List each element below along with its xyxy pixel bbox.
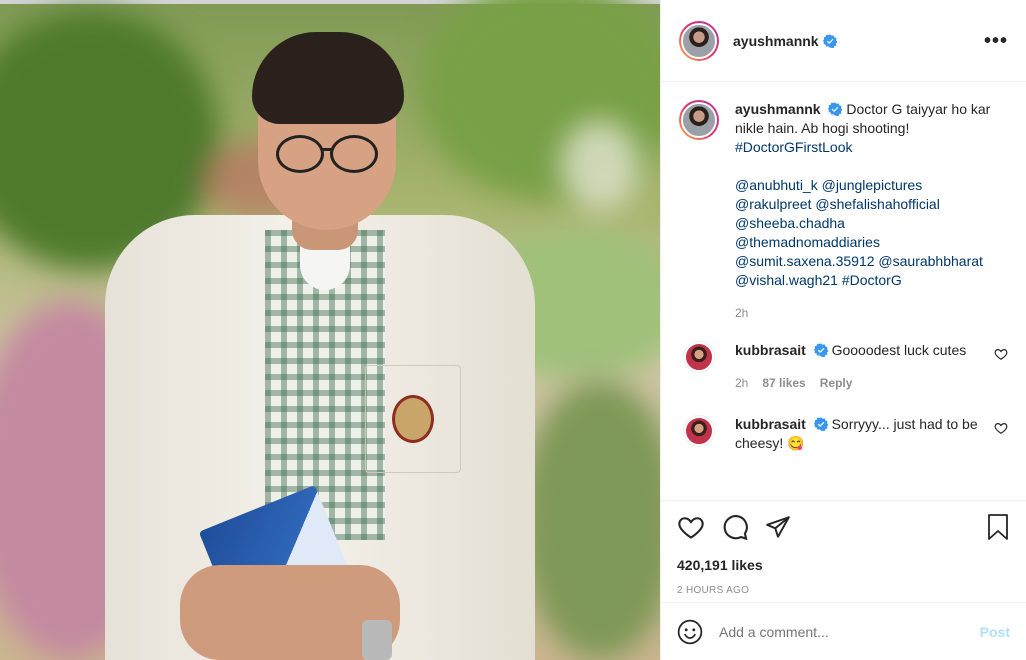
mention-link[interactable]: @sheeba.chadha	[735, 215, 845, 231]
mention-link[interactable]: @sumit.saxena.35912	[735, 253, 875, 269]
commenter-avatar[interactable]	[683, 415, 715, 447]
action-bar: 420,191 likes 2 HOURS AGO	[661, 500, 1026, 596]
comment-icon[interactable]	[721, 513, 749, 541]
comment-text: Goooodest luck cutes	[831, 342, 967, 358]
hashtag-link[interactable]: #DoctorG	[842, 272, 902, 288]
comment-like-heart-icon[interactable]	[994, 347, 1008, 361]
reply-button[interactable]: Reply	[820, 374, 853, 393]
caption-time[interactable]: 2h	[735, 304, 748, 323]
bg-plant	[520, 380, 660, 660]
mention-link[interactable]: @themadnomaddiaries	[735, 234, 880, 250]
post-header: ayushmannk •••	[661, 0, 1026, 82]
comment-like-heart-icon[interactable]	[994, 421, 1008, 435]
comment-likes[interactable]: 87 likes	[762, 374, 805, 393]
comment-meta: 2h 87 likes Reply	[735, 374, 986, 393]
comment-body: kubbrasait Sorryyy... just had to be che…	[735, 415, 986, 453]
caption-username[interactable]: ayushmannk	[735, 101, 821, 117]
comment-item: kubbrasait Goooodest luck cutes 2h 87 li…	[679, 341, 1008, 393]
caption-meta: 2h	[735, 304, 1008, 323]
bg-light	[560, 120, 640, 210]
mention-link[interactable]: @anubhuti_k	[735, 177, 818, 193]
glasses-left	[276, 135, 324, 173]
caption-body: ayushmannk Doctor G taiyyar ho kar nikle…	[735, 100, 1008, 323]
author-username[interactable]: ayushmannk	[733, 33, 819, 49]
post-photo[interactable]	[0, 0, 660, 660]
comment-item: kubbrasait Sorryyy... just had to be che…	[679, 415, 1008, 453]
glasses-bridge	[322, 148, 332, 151]
verified-badge-icon	[813, 343, 828, 357]
commenter-avatar[interactable]	[683, 341, 715, 373]
post-side-panel: ayushmannk ••• ayushmannk Doctor G taiyy…	[660, 0, 1026, 660]
verified-badge-icon	[828, 102, 843, 116]
emoji-icon[interactable]	[677, 619, 703, 645]
hashtag-link[interactable]: #DoctorGFirstLook	[735, 139, 852, 155]
bookmark-icon[interactable]	[986, 513, 1010, 541]
mention-link[interactable]: @vishal.wagh21	[735, 272, 838, 288]
mention-link[interactable]: @shefalishahofficial	[815, 196, 939, 212]
author-avatar[interactable]	[679, 20, 719, 61]
coat-emblem	[392, 395, 434, 443]
post-timestamp[interactable]: 2 HOURS AGO	[677, 585, 1010, 596]
comment-input[interactable]	[719, 623, 980, 640]
instagram-post-modal: ayushmannk ••• ayushmannk Doctor G taiyy…	[0, 0, 1026, 660]
comment-body: kubbrasait Goooodest luck cutes 2h 87 li…	[735, 341, 986, 393]
commenter-username[interactable]: kubbrasait	[735, 416, 806, 432]
heart-icon[interactable]	[677, 513, 705, 541]
comments-list: ayushmannk Doctor G taiyyar ho kar nikle…	[661, 82, 1026, 500]
more-options-icon[interactable]: •••	[984, 31, 1008, 51]
caption-block: ayushmannk Doctor G taiyyar ho kar nikle…	[679, 100, 1008, 323]
mention-link[interactable]: @junglepictures	[822, 177, 923, 193]
action-icons	[677, 513, 1010, 541]
wristwatch	[362, 620, 392, 660]
verified-badge-icon	[822, 33, 837, 48]
likes-count[interactable]: 420,191 likes	[677, 557, 1010, 573]
caption-avatar[interactable]	[679, 100, 719, 140]
verified-badge-icon	[813, 417, 828, 431]
commenter-username[interactable]: kubbrasait	[735, 342, 806, 358]
mention-link[interactable]: @rakulpreet	[735, 196, 811, 212]
add-comment-bar: Post	[661, 602, 1026, 660]
share-icon[interactable]	[765, 514, 791, 540]
comment-time[interactable]: 2h	[735, 374, 748, 393]
caption-mentions: @anubhuti_k @junglepictures @rakulpreet …	[735, 176, 1008, 290]
hair	[252, 32, 404, 124]
glasses-right	[330, 135, 378, 173]
mention-link[interactable]: @saurabhbharat	[878, 253, 983, 269]
post-comment-button[interactable]: Post	[980, 624, 1010, 640]
